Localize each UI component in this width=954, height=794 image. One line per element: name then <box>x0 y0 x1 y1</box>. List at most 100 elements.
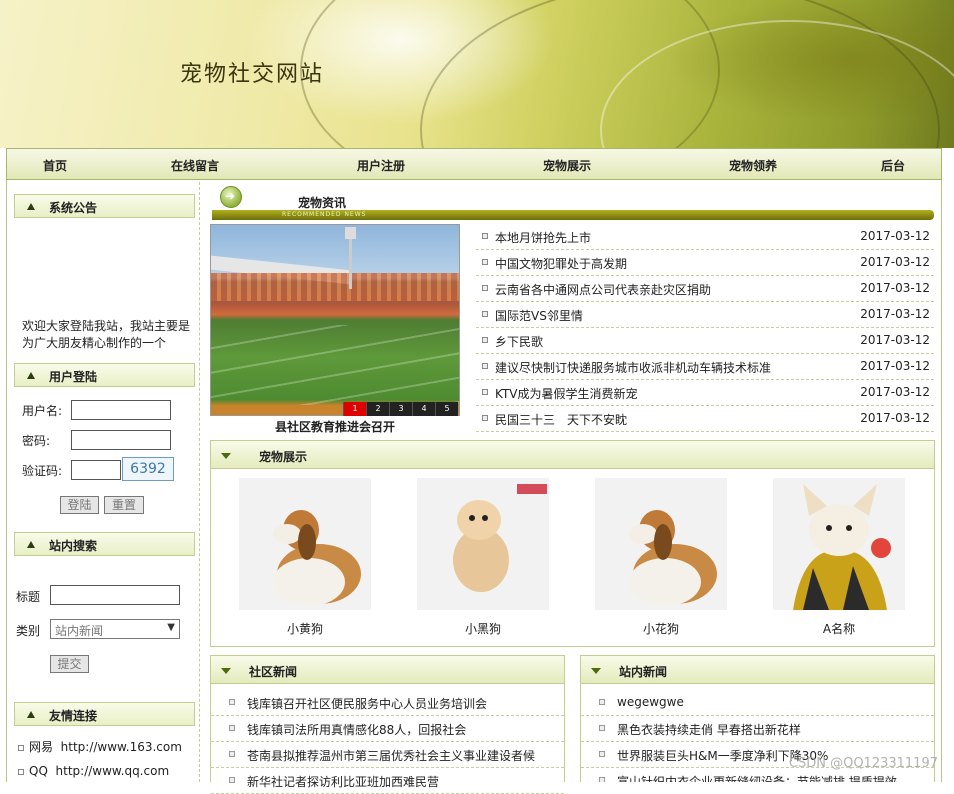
list-item[interactable]: 黑色衣装持续走俏 早春搭出新花样 <box>581 716 934 742</box>
nav-message[interactable]: 在线留言 <box>171 157 219 174</box>
news-item[interactable]: 建议尽快制订快递服务城市收派非机动车辆技术标准 2017-03-12 <box>476 354 934 380</box>
username-input[interactable] <box>71 400 171 420</box>
search-type-select[interactable]: 站内新闻 ▼ <box>50 619 180 639</box>
pet-card[interactable]: A名称 <box>773 478 905 637</box>
photo-pager: 1 2 3 4 5 <box>343 402 458 416</box>
news-item[interactable]: 本地月饼抢先上市 2017-03-12 <box>476 224 934 250</box>
friend-link[interactable]: 网易 http://www.163.com <box>18 738 182 755</box>
square-bullet-icon <box>599 751 605 757</box>
triangle-down-icon <box>221 453 231 459</box>
arrow-circle-icon <box>220 186 242 208</box>
pager-dot[interactable]: 1 <box>343 402 366 416</box>
community-news-panel: 社区新闻 钱库镇召开社区便民服务中心人员业务培训会 钱库镇司法所用真情感化88人… <box>210 655 565 794</box>
pager-dot[interactable]: 3 <box>389 402 412 416</box>
chevron-down-icon: ▼ <box>167 622 175 633</box>
reset-button[interactable]: 重置 <box>104 496 144 514</box>
square-bullet-icon <box>482 233 488 239</box>
header-banner: 宠物社交网站 <box>0 0 954 148</box>
news-item[interactable]: KTV成为暑假学生消费新宠 2017-03-12 <box>476 380 934 406</box>
search-type-label: 类别 <box>16 624 41 638</box>
pet-card[interactable]: 小黑狗 <box>417 478 549 637</box>
list-item[interactable]: 钱库镇召开社区便民服务中心人员业务培训会 <box>211 690 564 716</box>
news-title: 宠物资讯 <box>298 196 347 210</box>
sidebar <box>6 182 200 782</box>
pet-name[interactable]: 小黑狗 <box>417 620 549 637</box>
triangle-icon <box>27 711 35 718</box>
pet-name[interactable]: A名称 <box>773 620 905 637</box>
search-title: 站内搜索 <box>14 532 195 556</box>
square-bullet-icon <box>482 415 488 421</box>
login-button[interactable]: 登陆 <box>60 496 99 514</box>
news-photo[interactable] <box>210 224 460 416</box>
nav-adoption[interactable]: 宠物领养 <box>729 157 777 174</box>
list-item[interactable]: 钱库镇司法所用真情感化88人，回报社会 <box>211 716 564 742</box>
captcha-image[interactable]: 6392 <box>122 457 174 481</box>
nav-admin[interactable]: 后台 <box>881 157 905 174</box>
password-input[interactable] <box>71 430 171 450</box>
square-bullet-icon <box>482 389 488 395</box>
square-bullet-icon <box>18 768 24 775</box>
square-bullet-icon <box>482 363 488 369</box>
captcha-input[interactable] <box>71 460 121 480</box>
list-item[interactable]: 苍南县拟推荐温州市第三届优秀社会主义事业建设者候 <box>211 742 564 768</box>
pet-photo[interactable] <box>417 478 549 610</box>
pager-dot[interactable]: 4 <box>412 402 435 416</box>
square-bullet-icon <box>482 337 488 343</box>
notice-text: 欢迎大家登陆我站，我站主要是为广大朋友精心制作的一个 <box>22 319 191 350</box>
square-bullet-icon <box>482 285 488 291</box>
nav-register[interactable]: 用户注册 <box>357 157 405 174</box>
notice-title: 系统公告 <box>14 194 195 218</box>
photo-caption[interactable]: 县社区教育推进会召开 <box>210 418 460 435</box>
news-item[interactable]: 乡下民歌 2017-03-12 <box>476 328 934 354</box>
square-bullet-icon <box>18 744 24 751</box>
news-header: 宠物资讯 RECOMMENDED NEWS <box>212 186 934 220</box>
square-bullet-icon <box>482 259 488 265</box>
square-bullet-icon <box>599 777 605 782</box>
nav-pet-show[interactable]: 宠物展示 <box>543 157 591 174</box>
search-title-label: 标题 <box>16 590 41 604</box>
nav-home[interactable]: 首页 <box>43 157 67 174</box>
pager-dot[interactable]: 5 <box>435 402 458 416</box>
news-item[interactable]: 云南省各中通网点公司代表亲赴灾区捐助 2017-03-12 <box>476 276 934 302</box>
square-bullet-icon <box>229 777 235 783</box>
pager-dot[interactable]: 2 <box>366 402 389 416</box>
triangle-icon <box>27 372 35 379</box>
search-input[interactable] <box>50 585 180 605</box>
site-news-title: 站内新闻 <box>581 656 934 684</box>
password-label: 密码: <box>22 434 51 448</box>
pet-photo[interactable] <box>239 478 371 610</box>
pet-card[interactable]: 小花狗 <box>595 478 727 637</box>
site-title: 宠物社交网站 <box>180 62 325 87</box>
square-bullet-icon <box>229 725 235 731</box>
login-title: 用户登陆 <box>14 363 195 387</box>
list-item[interactable]: wegewgwe <box>581 690 934 716</box>
pet-name[interactable]: 小黄狗 <box>239 620 371 637</box>
main-nav: 首页 在线留言 用户注册 宠物展示 宠物领养 后台 <box>6 148 942 180</box>
friend-link[interactable]: QQ http://www.qq.com <box>18 764 169 778</box>
pet-card[interactable]: 小黄狗 <box>239 478 371 637</box>
pet-name[interactable]: 小花狗 <box>595 620 727 637</box>
news-item[interactable]: 国际范VS邻里情 2017-03-12 <box>476 302 934 328</box>
pet-photo[interactable] <box>595 478 727 610</box>
news-item[interactable]: 中国文物犯罪处于高发期 2017-03-12 <box>476 250 934 276</box>
square-bullet-icon <box>599 699 605 705</box>
news-subtitle: RECOMMENDED NEWS <box>282 211 367 218</box>
search-submit-button[interactable]: 提交 <box>50 655 89 673</box>
triangle-down-icon <box>591 668 601 674</box>
watermark: CSDN @QQ123311197 <box>788 756 938 771</box>
news-item[interactable]: 民国三十三 天下不安眈 2017-03-12 <box>476 406 934 432</box>
triangle-icon <box>27 203 35 210</box>
triangle-down-icon <box>221 668 231 674</box>
square-bullet-icon <box>599 725 605 731</box>
captcha-label: 验证码: <box>22 464 63 478</box>
community-news-title: 社区新闻 <box>211 656 564 684</box>
links-title: 友情连接 <box>14 702 195 726</box>
square-bullet-icon <box>482 311 488 317</box>
square-bullet-icon <box>229 699 235 705</box>
list-item[interactable]: 新华社记者探访利比亚班加西难民营 <box>211 768 564 794</box>
triangle-icon <box>27 541 35 548</box>
square-bullet-icon <box>229 751 235 757</box>
username-label: 用户名: <box>22 404 63 418</box>
pet-show-title: 宠物展示 <box>211 441 934 469</box>
pet-photo[interactable] <box>773 478 905 610</box>
